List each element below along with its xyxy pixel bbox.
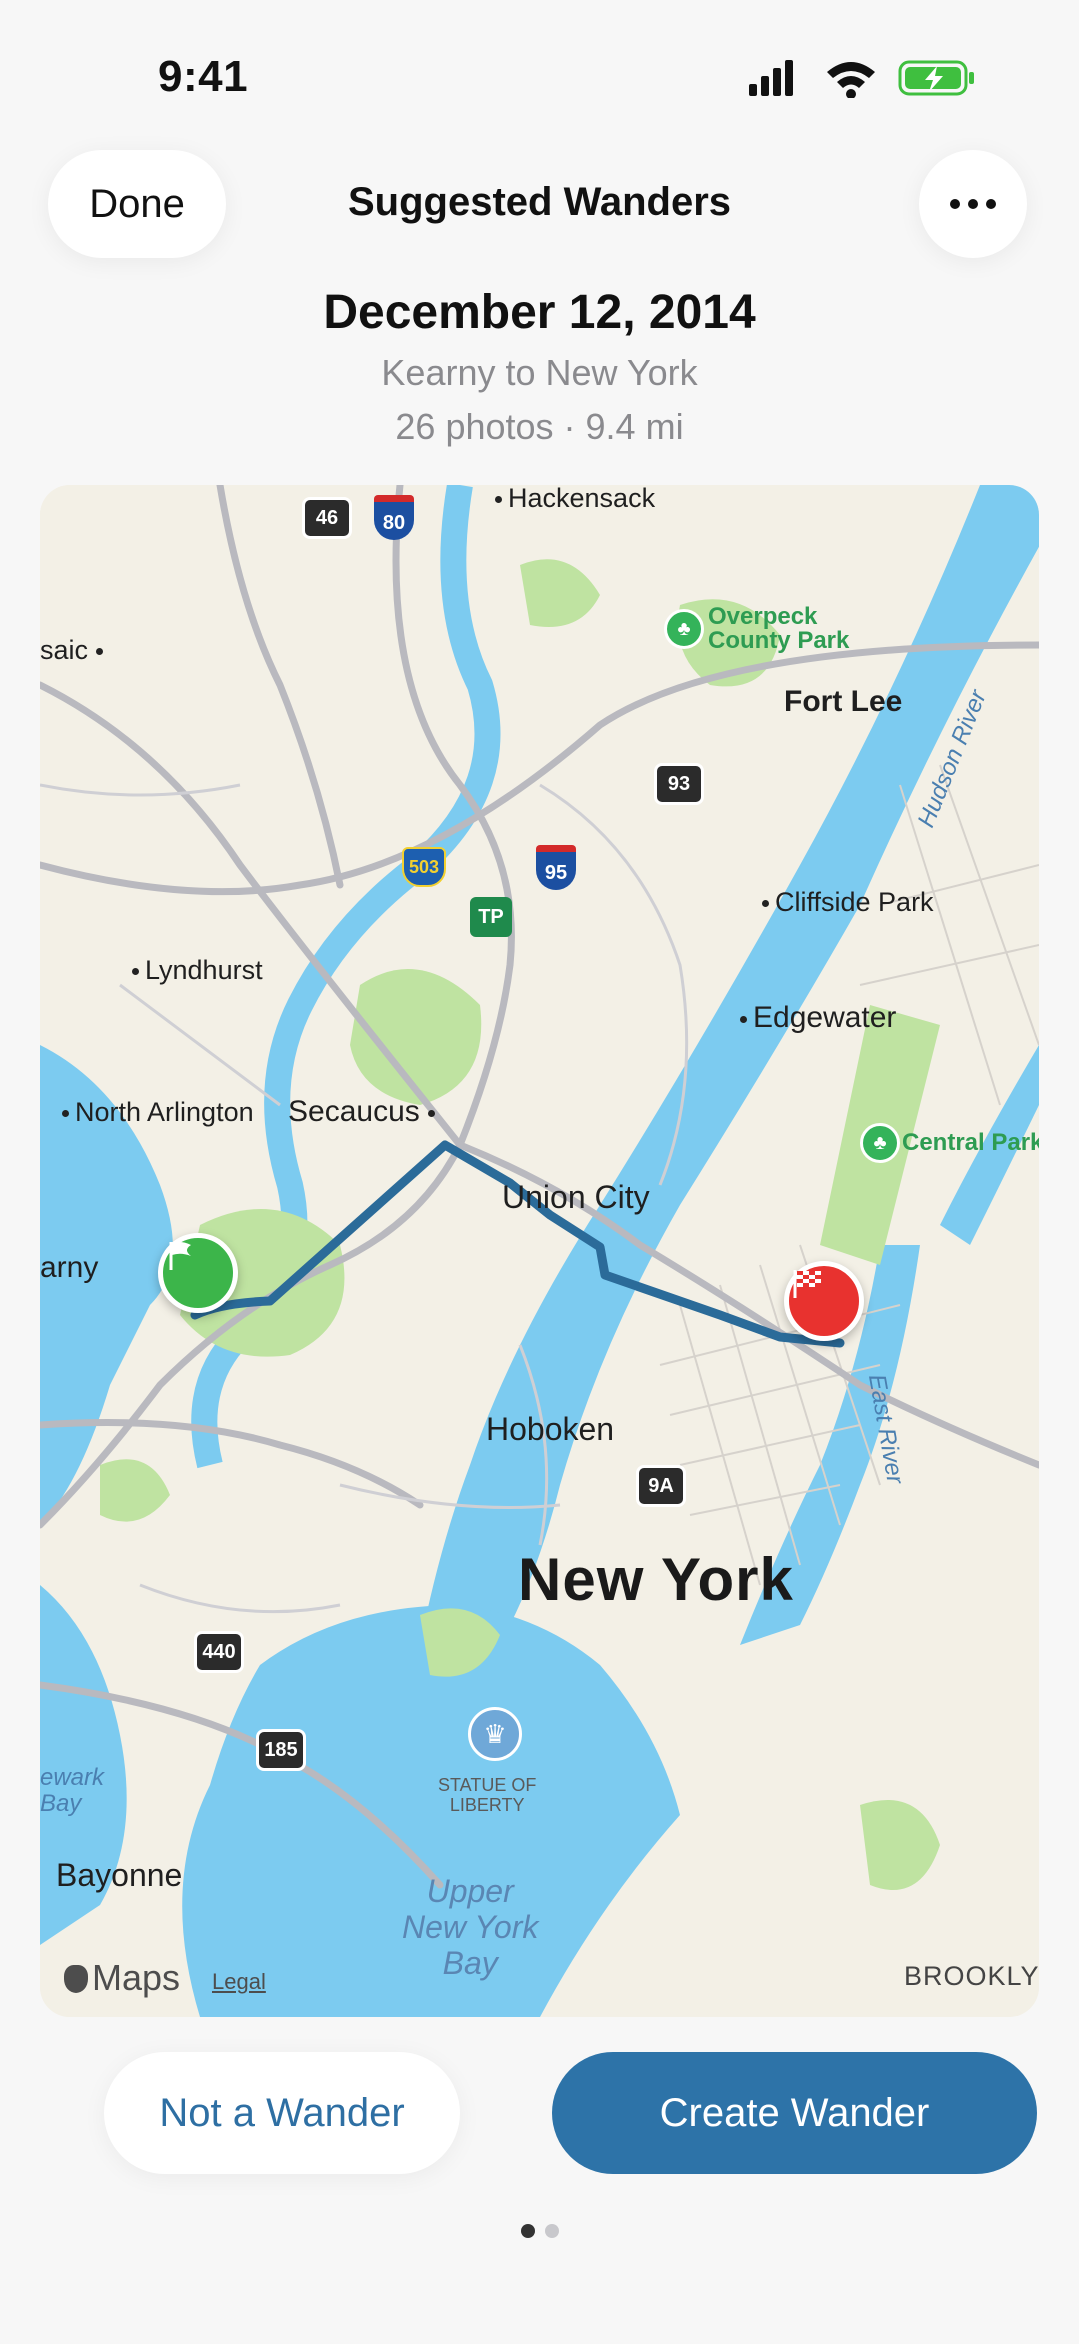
route-46-shield: 46 <box>302 497 352 539</box>
apple-logo-icon <box>64 1965 88 1993</box>
navigation-bar: Done Suggested Wanders <box>0 150 1079 260</box>
start-flag-icon[interactable] <box>158 1233 238 1313</box>
legal-link[interactable]: Legal <box>212 1969 266 1995</box>
turnpike-shield: TP <box>470 897 512 937</box>
route-map[interactable]: Hackensack saic ♣ Overpeck County Park Fo… <box>40 485 1039 2017</box>
wander-meta: 26 photos · 9.4 mi <box>395 406 684 447</box>
create-wander-button[interactable]: Create Wander <box>552 2052 1037 2174</box>
map-label-central-park: Central Park <box>902 1129 1039 1156</box>
more-icon-dot <box>986 199 996 209</box>
park-icon: ♣ <box>664 609 704 649</box>
status-bar: 9:41 <box>0 0 1079 150</box>
finish-flag-icon[interactable] <box>784 1261 864 1341</box>
status-icons <box>749 60 974 98</box>
map-label-fort-lee: Fort Lee <box>784 685 903 718</box>
route-440-shield: 440 <box>194 1631 244 1673</box>
map-label-brooklyn: BROOKLYN <box>904 1961 1039 1991</box>
map-label-union-city: Union City <box>502 1179 650 1215</box>
route-9a-shield: 9A <box>636 1465 686 1507</box>
more-icon-dot <box>968 199 978 209</box>
map-label-bayonne: Bayonne <box>56 1857 183 1893</box>
not-a-wander-button[interactable]: Not a Wander <box>104 2052 460 2174</box>
map-label-edgewater: Edgewater <box>740 1001 896 1035</box>
map-label-hoboken: Hoboken <box>486 1411 615 1447</box>
page-dot <box>544 2224 559 2238</box>
wander-header: December 12, 2014 Kearny to New York 26 … <box>0 282 1079 454</box>
more-icon <box>950 199 960 209</box>
map-label-passaic: saic <box>40 635 109 666</box>
action-buttons: Not a Wander Create Wander <box>0 2052 1079 2174</box>
wifi-icon <box>827 62 875 98</box>
map-label-upper-bay: Upper New York Bay <box>402 1873 539 1981</box>
map-label-overpeck: Overpeck County Park <box>708 603 850 654</box>
map-label-cliffside-park: Cliffside Park <box>762 887 934 918</box>
map-label-hackensack: Hackensack <box>495 485 655 514</box>
page-indicator[interactable] <box>0 2224 1079 2238</box>
status-time: 9:41 <box>158 52 249 101</box>
interstate-80-shield: 80 <box>374 495 414 540</box>
map-label-lyndhurst: Lyndhurst <box>132 955 263 986</box>
page-dot-active <box>520 2224 535 2238</box>
more-options-button[interactable] <box>919 150 1027 258</box>
map-label-new-york: New York <box>518 1546 794 1613</box>
map-label-statue-of-liberty: STATUE OF LIBERTY <box>438 1775 537 1815</box>
map-label-newark-bay: ewark Bay <box>40 1764 105 1817</box>
route-185-shield: 185 <box>256 1729 306 1771</box>
signal-icon <box>749 60 793 96</box>
map-label-north-arlington: North Arlington <box>62 1097 254 1128</box>
page-title: Suggested Wanders <box>347 180 732 224</box>
interstate-95-shield: 95 <box>536 845 576 890</box>
battery-icon <box>898 60 974 96</box>
statue-of-liberty-icon: ♛ <box>468 1707 522 1761</box>
central-park-icon: ♣ <box>860 1123 900 1163</box>
wander-date: December 12, 2014 <box>323 286 756 339</box>
route-93-shield: 93 <box>654 763 704 805</box>
map-label-secaucus: Secaucus <box>288 1095 441 1129</box>
apple-maps-logo: Maps <box>64 1957 180 1999</box>
wander-route: Kearny to New York <box>381 352 698 393</box>
county-503-shield: 503 <box>402 847 446 887</box>
map-label-kearny: arny <box>40 1251 99 1284</box>
